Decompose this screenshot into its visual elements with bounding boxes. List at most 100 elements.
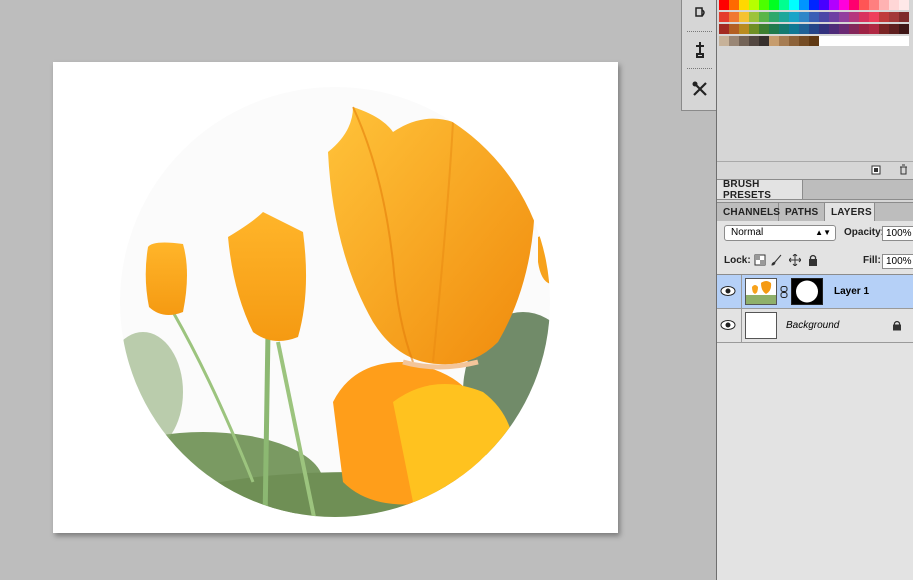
color-swatch[interactable]	[769, 0, 779, 10]
color-swatch[interactable]	[739, 24, 749, 34]
color-swatch[interactable]	[729, 36, 739, 46]
color-swatch[interactable]	[889, 12, 899, 22]
color-swatch[interactable]	[759, 36, 769, 46]
color-swatch[interactable]	[829, 24, 839, 34]
lock-brush-icon[interactable]	[771, 254, 783, 266]
color-swatch[interactable]	[889, 24, 899, 34]
new-swatch-icon[interactable]	[871, 164, 882, 175]
lock-all-icon[interactable]	[807, 254, 819, 266]
opacity-input[interactable]: 100%	[882, 226, 913, 241]
color-swatch[interactable]	[749, 24, 759, 34]
color-swatch[interactable]	[809, 36, 819, 46]
color-swatch[interactable]	[789, 12, 799, 22]
color-swatch[interactable]	[849, 12, 859, 22]
color-swatch[interactable]	[839, 24, 849, 34]
color-swatch[interactable]	[799, 0, 809, 10]
color-swatch[interactable]	[749, 0, 759, 10]
color-swatch[interactable]	[899, 0, 909, 10]
visibility-eye-icon[interactable]	[720, 319, 736, 331]
tool-presets-icon[interactable]	[682, 74, 717, 104]
color-swatch[interactable]	[819, 24, 829, 34]
color-swatch[interactable]	[889, 36, 899, 46]
color-swatch[interactable]	[799, 12, 809, 22]
color-swatch[interactable]	[719, 36, 729, 46]
color-swatch[interactable]	[729, 0, 739, 10]
history-brush-icon[interactable]	[682, 0, 717, 30]
color-swatch[interactable]	[719, 24, 729, 34]
swatches-panel[interactable]	[719, 0, 913, 50]
color-swatch[interactable]	[879, 0, 889, 10]
color-swatch[interactable]	[839, 12, 849, 22]
fill-input[interactable]: 100%	[882, 254, 913, 269]
mask-link-icon[interactable]	[780, 286, 788, 298]
color-swatch[interactable]	[729, 12, 739, 22]
color-swatch[interactable]	[789, 0, 799, 10]
color-swatch[interactable]	[889, 0, 899, 10]
color-swatch[interactable]	[779, 36, 789, 46]
lock-transparency-icon[interactable]	[754, 254, 766, 266]
color-swatch[interactable]	[879, 24, 889, 34]
tab-channels[interactable]: CHANNELS	[717, 203, 780, 222]
color-swatch[interactable]	[769, 12, 779, 22]
tab-brush-presets[interactable]: BRUSH PRESETS	[717, 179, 803, 201]
color-swatch[interactable]	[799, 24, 809, 34]
color-swatch[interactable]	[839, 0, 849, 10]
color-swatch[interactable]	[799, 36, 809, 46]
color-swatch[interactable]	[879, 36, 889, 46]
color-swatch[interactable]	[759, 0, 769, 10]
color-swatch[interactable]	[849, 24, 859, 34]
lock-move-icon[interactable]	[789, 254, 801, 266]
color-swatch[interactable]	[719, 0, 729, 10]
color-swatch[interactable]	[869, 0, 879, 10]
color-swatch[interactable]	[809, 24, 819, 34]
color-swatch[interactable]	[829, 0, 839, 10]
color-swatch[interactable]	[819, 12, 829, 22]
color-swatch[interactable]	[759, 12, 769, 22]
tab-paths[interactable]: PATHS	[779, 203, 825, 222]
color-swatch[interactable]	[869, 12, 879, 22]
color-swatch[interactable]	[789, 24, 799, 34]
clone-source-icon[interactable]	[682, 34, 717, 64]
tab-layers[interactable]: LAYERS	[825, 203, 875, 222]
color-swatch[interactable]	[789, 36, 799, 46]
color-swatch[interactable]	[779, 12, 789, 22]
color-swatch[interactable]	[839, 36, 849, 46]
color-swatch[interactable]	[859, 36, 869, 46]
color-swatch[interactable]	[829, 36, 839, 46]
color-swatch[interactable]	[819, 36, 829, 46]
document-canvas[interactable]	[53, 62, 618, 533]
layer-mask-thumbnail[interactable]	[791, 278, 823, 305]
trash-icon[interactable]	[898, 164, 909, 175]
color-swatch[interactable]	[849, 0, 859, 10]
color-swatch[interactable]	[749, 12, 759, 22]
layer-row-background[interactable]: Background	[717, 309, 913, 343]
color-swatch[interactable]	[829, 12, 839, 22]
color-swatch[interactable]	[729, 24, 739, 34]
color-swatch[interactable]	[749, 36, 759, 46]
color-swatch[interactable]	[739, 0, 749, 10]
color-swatch[interactable]	[899, 36, 909, 46]
color-swatch[interactable]	[869, 24, 879, 34]
color-swatch[interactable]	[759, 24, 769, 34]
color-swatch[interactable]	[859, 24, 869, 34]
color-swatch[interactable]	[779, 0, 789, 10]
color-swatch[interactable]	[879, 12, 889, 22]
color-swatch[interactable]	[869, 36, 879, 46]
color-swatch[interactable]	[719, 12, 729, 22]
color-swatch[interactable]	[769, 36, 779, 46]
color-swatch[interactable]	[819, 0, 829, 10]
color-swatch[interactable]	[809, 12, 819, 22]
layer-row-layer-1[interactable]: Layer 1	[717, 275, 913, 309]
color-swatch[interactable]	[779, 24, 789, 34]
color-swatch[interactable]	[769, 24, 779, 34]
color-swatch[interactable]	[899, 12, 909, 22]
color-swatch[interactable]	[739, 12, 749, 22]
blend-mode-select[interactable]: Normal ▲▼	[724, 225, 836, 241]
color-swatch[interactable]	[859, 0, 869, 10]
color-swatch[interactable]	[809, 0, 819, 10]
color-swatch[interactable]	[739, 36, 749, 46]
color-swatch[interactable]	[849, 36, 859, 46]
color-swatch[interactable]	[899, 24, 909, 34]
color-swatch[interactable]	[859, 12, 869, 22]
visibility-eye-icon[interactable]	[720, 285, 736, 297]
